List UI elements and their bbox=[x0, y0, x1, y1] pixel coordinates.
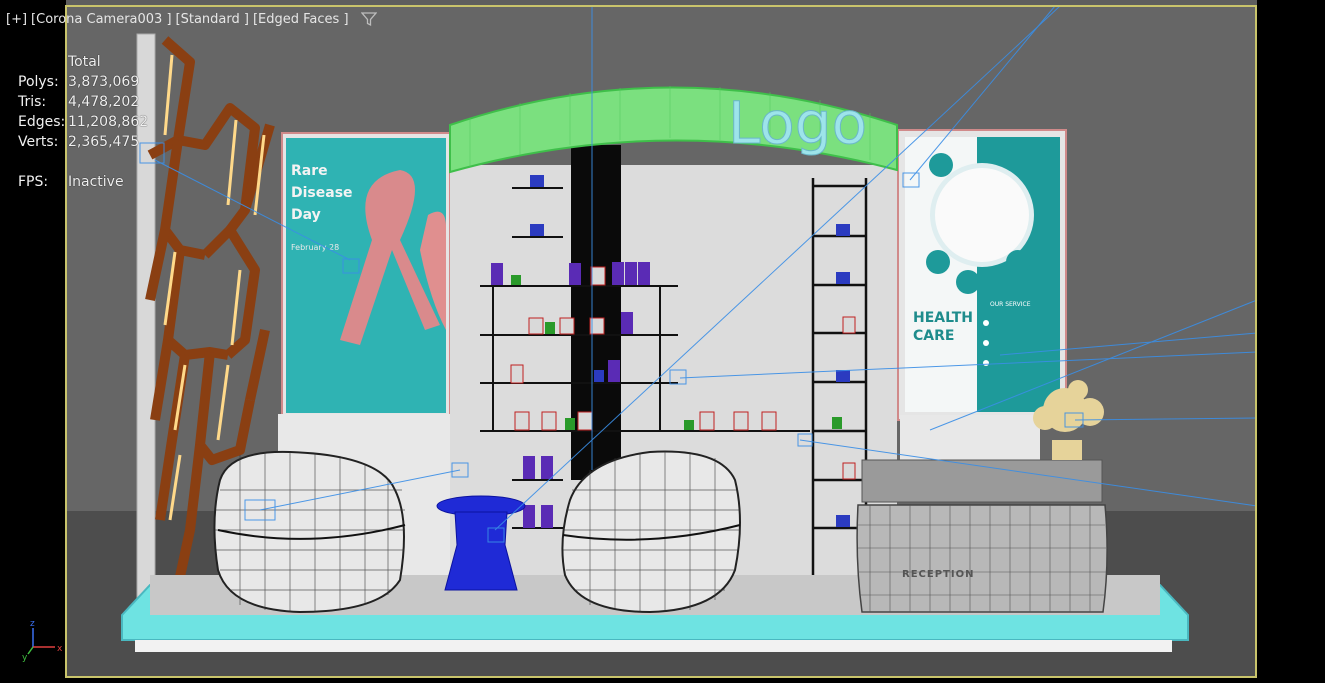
stats-label: Edges: bbox=[18, 114, 66, 130]
axis-x-label: x bbox=[57, 644, 63, 654]
poster-title-1: Rare bbox=[291, 163, 328, 179]
reception-label: RECEPTION bbox=[902, 569, 974, 580]
axis-z-label: z bbox=[30, 619, 35, 629]
stats-label: Verts: bbox=[18, 134, 59, 150]
right-safe-frame-bar bbox=[1257, 0, 1325, 683]
3d-viewport[interactable]: Logo Rare Disease Day February 28 HEALTH… bbox=[0, 0, 1325, 683]
viewport-label-menu[interactable]: [+] [Corona Camera003 ] [Standard ] [Edg… bbox=[6, 11, 377, 27]
scene-render[interactable]: Logo Rare Disease Day February 28 HEALTH… bbox=[0, 0, 1325, 683]
viewport-shading-menu[interactable]: [Standard ] bbox=[176, 12, 249, 27]
armchair-left bbox=[213, 450, 406, 614]
stats-value: 2,365,475 bbox=[68, 134, 140, 150]
stats-label: Tris: bbox=[18, 94, 47, 110]
viewport-display-menu[interactable]: [Edged Faces ] bbox=[253, 12, 349, 27]
stats-value: 11,208,862 bbox=[68, 114, 149, 130]
poster-title-3: Day bbox=[291, 207, 321, 223]
poster-title-2: Disease bbox=[291, 185, 353, 201]
funnel-filter-icon[interactable] bbox=[360, 11, 377, 27]
reception-desk: RECEPTION bbox=[856, 459, 1108, 613]
viewport-general-menu[interactable]: [+] bbox=[6, 12, 27, 27]
stats-column-header: Total bbox=[68, 54, 101, 70]
viewport-camera-menu[interactable]: [Corona Camera003 ] bbox=[31, 12, 172, 27]
health-title-1: HEALTH bbox=[913, 310, 973, 326]
health-subtitle: OUR SERVICE bbox=[990, 301, 1031, 308]
stats-label: Polys: bbox=[18, 74, 59, 90]
fps-value: Inactive bbox=[68, 174, 124, 190]
stats-value: 3,873,069 bbox=[68, 74, 140, 90]
fps-label: FPS: bbox=[18, 174, 49, 190]
health-title-2: CARE bbox=[913, 328, 954, 344]
axis-y-label: y bbox=[22, 653, 28, 663]
armchair-right bbox=[561, 450, 741, 614]
stats-value: 4,478,202 bbox=[68, 94, 140, 110]
logo-text: Logo bbox=[728, 89, 867, 157]
